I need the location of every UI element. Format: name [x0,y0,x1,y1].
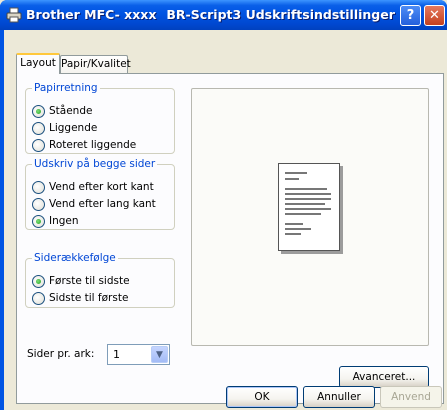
radio-unchecked-icon [32,138,45,152]
radio-portrait[interactable]: Stående [32,104,92,118]
page-order-group: Siderækkefølge Første til sidste Sidste … [25,252,175,308]
orientation-legend: Papirretning [34,82,98,94]
radio-label: Første til sidste [49,275,130,287]
radio-short-edge[interactable]: Vend efter kort kant [32,180,154,194]
title-app-name: Brother MFC- xxxx [26,7,157,22]
radio-checked-icon [32,214,45,228]
radio-rotated-landscape[interactable]: Roteret liggende [32,138,136,152]
dialog-window: Brother MFC- xxxx BR-Script3 Udskriftsind… [0,0,447,410]
radio-long-edge[interactable]: Vend efter lang kant [32,197,156,211]
radio-first-to-last[interactable]: Første til sidste [32,274,130,288]
radio-label: Vend efter kort kant [49,181,154,193]
advanced-button[interactable]: Avanceret... [339,366,429,388]
pages-per-sheet-select[interactable]: 1 ▼ [107,344,170,365]
orientation-group: Papirretning Stående Liggende Roteret li… [25,82,175,154]
radio-label: Stående [49,105,93,117]
radio-unchecked-icon [32,121,45,135]
chevron-down-icon[interactable]: ▼ [151,346,168,363]
radio-label: Ingen [49,215,79,227]
title-bar[interactable]: Brother MFC- xxxx BR-Script3 Udskriftsind… [0,0,447,30]
radio-label: Liggende [49,122,98,134]
radio-unchecked-icon [32,291,45,305]
cancel-button[interactable]: Annuller [303,386,375,408]
pages-per-sheet-value: 1 [113,348,120,361]
duplex-legend: Udskriv på begge sider [34,158,156,170]
duplex-group: Udskriv på begge sider Vend efter kort k… [25,158,175,230]
document-preview-icon [278,163,340,251]
page-preview [191,88,429,346]
radio-unchecked-icon [32,197,45,211]
radio-landscape[interactable]: Liggende [32,121,97,135]
close-button[interactable]: ✕ [424,5,445,26]
tab-panel: Papirretning Stående Liggende Roteret li… [16,73,444,404]
radio-none[interactable]: Ingen [32,214,79,228]
radio-label: Roteret liggende [49,139,137,151]
dialog-body: Layout Papir/Kvalitet Papirretning Ståen… [4,30,447,410]
pages-per-sheet-label: Sider pr. ark: [27,348,95,360]
help-button[interactable]: ? [400,5,421,26]
apply-button[interactable]: Anvend [380,386,442,408]
radio-last-to-first[interactable]: Sidste til første [32,291,128,305]
printer-icon [6,7,22,23]
page-order-legend: Siderækkefølge [34,252,116,264]
radio-label: Vend efter lang kant [49,198,156,210]
tab-paper-quality[interactable]: Papir/Kvalitet [60,55,131,74]
radio-checked-icon [32,104,45,118]
ok-button[interactable]: OK [226,386,298,408]
radio-checked-icon [32,274,45,288]
radio-unchecked-icon [32,180,45,194]
title-dialog-name: BR-Script3 Udskriftsindstillinger [166,7,395,22]
radio-label: Sidste til første [49,292,129,304]
window-title: Brother MFC- xxxx BR-Script3 Udskriftsind… [26,7,395,22]
tab-layout[interactable]: Layout [16,53,60,74]
